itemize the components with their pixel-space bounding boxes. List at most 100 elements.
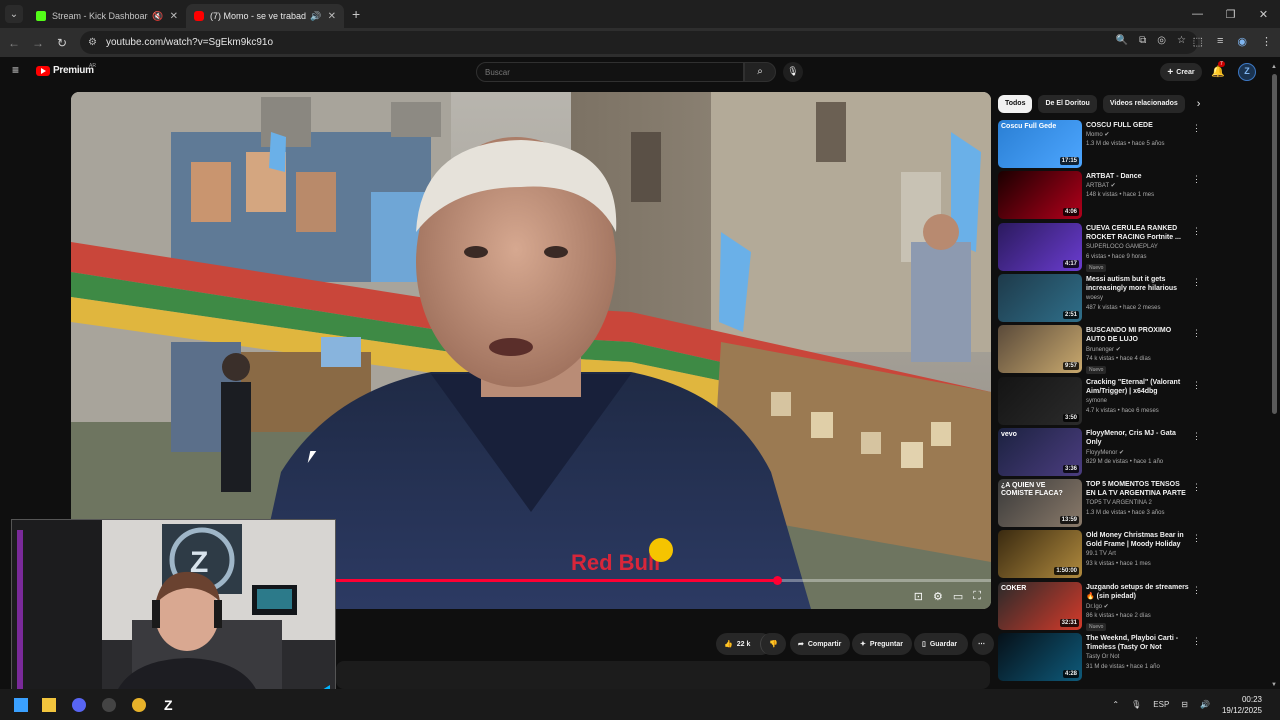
bookmark-star-icon[interactable]: ☆ <box>1177 35 1186 46</box>
channel-name[interactable]: 99.1 TV Art <box>1086 551 1116 557</box>
tab-youtube-video[interactable]: (7) Momo - se ve trabado 🔊 ✕ <box>186 4 344 28</box>
network-icon[interactable]: ⊟ <box>1181 700 1188 709</box>
recommendation-item[interactable]: vevo 3:36 FloyyMenor, Cris MJ - Gata Only F… <box>998 428 1203 476</box>
channel-name[interactable]: TOP5 TV ARGENTINA 2 <box>1086 500 1152 506</box>
recommendation-item[interactable]: 4:17 CUEVA CERÚLEA RANKED ROCKET RACING F… <box>998 223 1203 272</box>
more-options-icon[interactable]: ⋮ <box>1192 431 1201 442</box>
more-options-icon[interactable]: ⋮ <box>1192 328 1201 339</box>
file-explorer-icon[interactable] <box>42 698 56 712</box>
tab-kick-dashboard[interactable]: Stream - Kick Dashboard 🔇 ✕ <box>28 4 186 28</box>
recommendation-item[interactable]: 4:28 The Weeknd, Playboi Carti - Timeless… <box>998 633 1203 681</box>
scroll-up-icon[interactable]: ▲ <box>1271 64 1277 70</box>
notifications-button[interactable]: 🔔 7 <box>1211 61 1225 78</box>
install-icon[interactable]: ⧉ <box>1139 35 1146 46</box>
video-thumbnail[interactable]: COKER 32:31 <box>998 582 1082 630</box>
recommendation-item[interactable]: 4:06 ARTBAT - Dance ARTBAT ✔ 148 k vistas •… <box>998 171 1203 219</box>
voice-search-button[interactable]: 🎙 <box>783 62 803 82</box>
recommendation-item[interactable]: Coscu Full Gede 17:15 COSCU FULL GEDE Momo … <box>998 120 1203 168</box>
tab-search-button[interactable]: ⌄ <box>5 5 23 23</box>
menu-icon[interactable]: ≡ <box>12 64 23 76</box>
video-title[interactable]: BUSCANDO MI PRÓXIMO AUTO DE LUJO <box>1086 326 1191 344</box>
youtube-logo[interactable]: Premium AR <box>36 63 96 76</box>
zenith-app-icon[interactable]: Z <box>164 698 178 712</box>
chip-channel[interactable]: De El Doritou <box>1038 95 1097 113</box>
media-control-icon[interactable]: ≡ <box>1217 35 1223 48</box>
recommendation-item[interactable]: 9:57 BUSCANDO MI PRÓXIMO AUTO DE LUJO Brun… <box>998 325 1203 374</box>
site-info-icon[interactable]: ⚙ <box>88 37 97 48</box>
share-button[interactable]: ➦ Compartir <box>790 633 850 655</box>
clock[interactable]: 00:23 19/12/2025 <box>1222 694 1262 716</box>
ask-button[interactable]: ✦ Preguntar <box>852 633 912 655</box>
more-options-icon[interactable]: ⋮ <box>1192 174 1201 185</box>
recommendation-item[interactable]: 1:50:00 Old Money Christmas Bear in Gold … <box>998 530 1203 578</box>
close-tab-icon[interactable]: ✕ <box>170 11 178 22</box>
extensions-icon[interactable]: ⬚ <box>1193 35 1203 48</box>
recommendation-item[interactable]: ¿A QUIEN VE COMISTE FLACA? 13:59 TOP 5 MOM… <box>998 479 1203 527</box>
fullscreen-icon[interactable]: ⛶ <box>973 590 981 603</box>
video-thumbnail[interactable]: 9:57 <box>998 325 1082 373</box>
channel-name[interactable]: SUPERLOCO GAMEPLAY <box>1086 244 1158 250</box>
avatar[interactable]: Z <box>1238 63 1256 81</box>
channel-name[interactable]: ARTBAT ✔ <box>1086 182 1116 189</box>
recommendation-item[interactable]: COKER 32:31 Juzgando setups de streamers 🔥… <box>998 582 1203 631</box>
channel-name[interactable]: Brunenger ✔ <box>1086 346 1121 353</box>
video-title[interactable]: COSCU FULL GEDE <box>1086 121 1191 130</box>
start-icon[interactable] <box>14 698 28 712</box>
dislike-button[interactable]: 👎 <box>760 633 786 655</box>
more-options-icon[interactable]: ⋮ <box>1192 482 1201 493</box>
more-actions-button[interactable]: ⋯ <box>972 633 994 655</box>
chevron-up-icon[interactable]: ⌃ <box>1112 700 1119 709</box>
search-input[interactable]: Buscar <box>476 62 744 82</box>
mute-icon[interactable]: 🔇 <box>152 11 163 22</box>
more-options-icon[interactable]: ⋮ <box>1192 533 1201 544</box>
page-scrollbar[interactable]: ▲ ▼ <box>1270 64 1278 688</box>
close-tab-icon[interactable]: ✕ <box>328 11 336 22</box>
new-tab-button[interactable]: + <box>352 6 360 22</box>
video-thumbnail[interactable]: 4:17 <box>998 223 1082 271</box>
video-title[interactable]: Old Money Christmas Bear in Gold Frame |… <box>1086 531 1191 550</box>
progress-handle[interactable] <box>772 576 782 585</box>
more-options-icon[interactable]: ⋮ <box>1192 585 1201 596</box>
subtitles-icon[interactable]: ⊡ <box>914 590 923 603</box>
more-options-icon[interactable]: ⋮ <box>1192 277 1201 288</box>
channel-name[interactable]: symone <box>1086 398 1107 404</box>
address-bar[interactable]: ⚙ youtube.com/watch?v=SgEkm9kc91o 🔍 ⧉ ◎ … <box>80 31 1198 54</box>
channel-name[interactable]: Momo ✔ <box>1086 131 1109 138</box>
forward-button[interactable]: → <box>26 36 50 50</box>
scroll-down-icon[interactable]: ▼ <box>1271 682 1277 688</box>
scrollbar-thumb[interactable] <box>1272 74 1277 414</box>
more-options-icon[interactable]: ⋮ <box>1192 123 1201 134</box>
channel-name[interactable]: FloyyMenor ✔ <box>1086 449 1124 456</box>
video-title[interactable]: Cracking "Eternal" (Valorant Aim/Trigger… <box>1086 378 1191 396</box>
video-title[interactable]: Messi autism but it gets increasingly mo… <box>1086 275 1191 293</box>
more-options-icon[interactable]: ⋮ <box>1192 380 1201 391</box>
more-options-icon[interactable]: ⋮ <box>1192 226 1201 237</box>
more-options-icon[interactable]: ⋮ <box>1192 636 1201 647</box>
video-thumbnail[interactable]: 4:28 <box>998 633 1082 681</box>
chrome-icon[interactable] <box>132 698 146 712</box>
obs-icon[interactable] <box>102 698 116 712</box>
discord-icon[interactable] <box>72 698 86 712</box>
restore-button[interactable]: ❐ <box>1214 0 1247 28</box>
settings-gear-icon[interactable]: ⚙ <box>933 590 943 603</box>
close-window-button[interactable]: ✕ <box>1247 0 1280 28</box>
reload-button[interactable]: ↻ <box>50 36 74 50</box>
zoom-icon[interactable]: 🔍 <box>1116 35 1128 46</box>
back-button[interactable]: ← <box>2 36 26 50</box>
video-title[interactable]: ARTBAT - Dance <box>1086 172 1191 181</box>
video-title[interactable]: FloyyMenor, Cris MJ - Gata Only <box>1086 429 1191 447</box>
video-thumbnail[interactable]: vevo 3:36 <box>998 428 1082 476</box>
speaker-icon[interactable]: 🔊 <box>310 11 321 22</box>
video-thumbnail[interactable]: 3:50 <box>998 377 1082 425</box>
menu-icon[interactable]: ⋮ <box>1261 35 1272 48</box>
channel-name[interactable]: woesy <box>1086 295 1103 301</box>
video-thumbnail[interactable]: Coscu Full Gede 17:15 <box>998 120 1082 168</box>
chevron-right-icon[interactable]: › <box>1197 98 1201 110</box>
video-title[interactable]: Juzgando setups de streamers 🔥 (sin pied… <box>1086 583 1191 601</box>
video-thumbnail[interactable]: 2:51 <box>998 274 1082 322</box>
microphone-icon[interactable]: 🎙 <box>1131 700 1141 709</box>
chip-related[interactable]: Videos relacionados <box>1102 95 1185 113</box>
video-title[interactable]: CUEVA CERÚLEA RANKED ROCKET RACING Fortn… <box>1086 224 1191 242</box>
language-indicator[interactable]: ESP <box>1153 700 1169 709</box>
search-button[interactable]: ⌕ <box>744 62 776 82</box>
